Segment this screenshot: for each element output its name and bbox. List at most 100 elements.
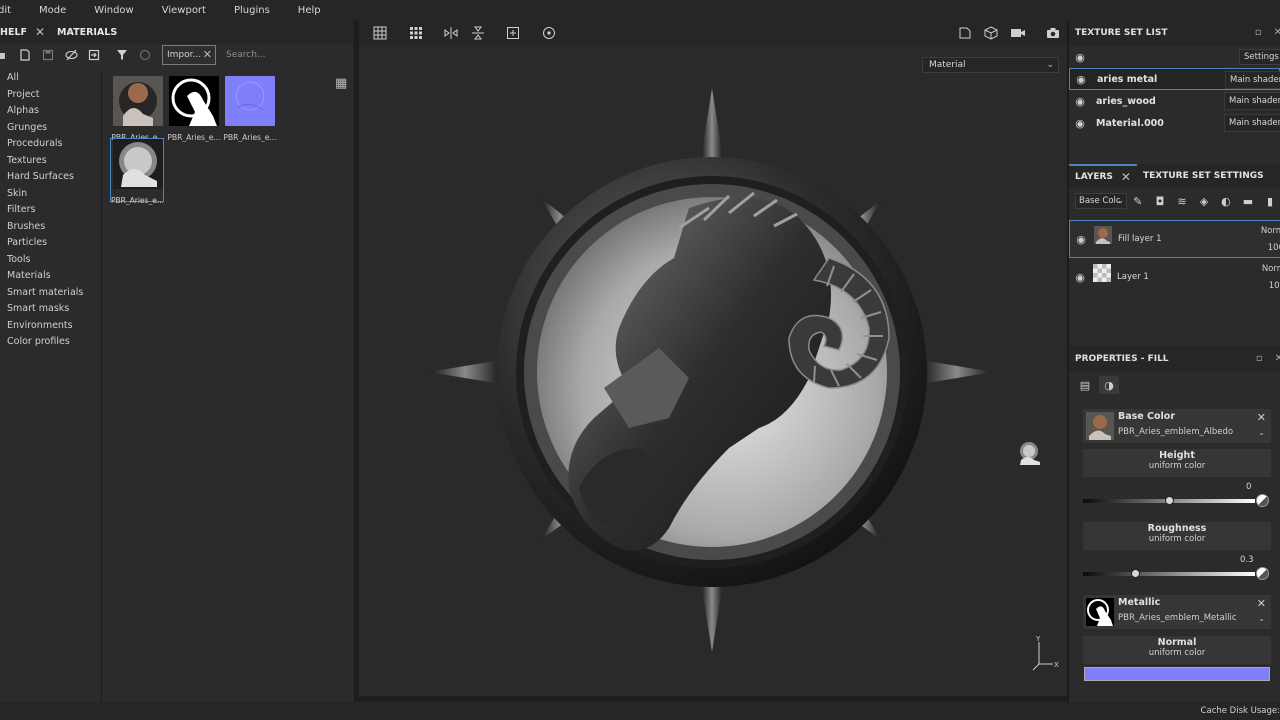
close-icon[interactable]: ✕ (1121, 170, 1131, 184)
visibility-icon[interactable]: ◉ (1069, 51, 1091, 64)
shader-select[interactable]: Main shader (1225, 71, 1280, 89)
category-particles[interactable]: Particles (0, 235, 101, 252)
blend-mode[interactable]: Norm (1261, 226, 1280, 236)
undock-icon[interactable]: ▫ (1256, 353, 1263, 364)
category-environments[interactable]: Environments (0, 318, 101, 335)
tab-layers[interactable]: LAYERS ✕ (1069, 164, 1137, 188)
base-color-channel[interactable]: Base Color PBR_Aries_emblem_Albedo ✕ ⌄ (1083, 409, 1271, 443)
menu-window[interactable]: Window (79, 5, 146, 16)
category-tools[interactable]: Tools (0, 252, 101, 269)
category-smart-materials[interactable]: Smart materials (0, 285, 101, 302)
slider-handle[interactable] (1165, 496, 1174, 505)
eye-icon[interactable]: ◉ (1069, 271, 1091, 284)
color-picker-icon[interactable] (1256, 567, 1269, 580)
viewport-display-select[interactable]: Material ⌄ (922, 57, 1059, 73)
tab-materials[interactable]: MATERIALS (51, 27, 123, 38)
3d-viewport[interactable]: Material ⌄ Y X (359, 20, 1067, 696)
save-icon[interactable] (38, 46, 58, 64)
category-alphas[interactable]: Alphas (0, 103, 101, 120)
eye-icon[interactable]: ◉ (1070, 233, 1092, 246)
eye-icon[interactable]: ◉ (1069, 117, 1091, 130)
menu-plugins[interactable]: Plugins (219, 5, 283, 16)
asset-thumbnail[interactable]: PBR_Aries_e... (167, 76, 221, 142)
hide-icon[interactable] (61, 46, 81, 64)
category-all[interactable]: All (0, 70, 101, 87)
menu-edit[interactable]: dit (0, 5, 24, 16)
close-icon[interactable]: ✕ (1275, 353, 1280, 364)
add-folder-icon[interactable]: ▬ (1237, 195, 1259, 208)
menu-help[interactable]: Help (283, 5, 334, 16)
shader-select[interactable]: Main shader (1224, 92, 1280, 110)
2d-view-icon[interactable] (955, 24, 975, 42)
grid-display-icon[interactable] (370, 24, 390, 42)
eye-icon[interactable]: ◉ (1069, 95, 1091, 108)
refresh-icon[interactable] (135, 46, 155, 64)
layer-opacity[interactable]: 100 (1269, 281, 1280, 291)
tiling-icon[interactable] (406, 24, 426, 42)
category-smart-masks[interactable]: Smart masks (0, 301, 101, 318)
3d-view-icon[interactable] (981, 24, 1001, 42)
delete-icon[interactable]: ▮ (1259, 195, 1280, 208)
asset-thumbnail[interactable]: PBR_Aries_e... (111, 76, 165, 142)
category-hard-surfaces[interactable]: Hard Surfaces (0, 169, 101, 186)
category-project[interactable]: Project (0, 87, 101, 104)
new-resource-icon[interactable] (15, 46, 35, 64)
add-fill-layer-icon[interactable]: ◈ (1193, 195, 1215, 208)
roughness-channel[interactable]: Roughness uniform color (1083, 522, 1271, 550)
panel-icon[interactable]: ▪ (0, 46, 12, 64)
import-icon[interactable] (84, 46, 104, 64)
undock-icon[interactable]: ▫ (1255, 27, 1262, 38)
category-filters[interactable]: Filters (0, 202, 101, 219)
metallic-channel[interactable]: Metallic PBR_Aries_emblem_Metallic ✕ ⌄ (1083, 595, 1271, 629)
filter-icon[interactable] (112, 46, 132, 64)
close-icon[interactable]: ✕ (1257, 411, 1266, 424)
category-procedurals[interactable]: Procedurals (0, 136, 101, 153)
category-brushes[interactable]: Brushes (0, 219, 101, 236)
symmetry-y-icon[interactable] (468, 24, 488, 42)
shader-select[interactable]: Main shader (1224, 114, 1280, 132)
category-materials[interactable]: Materials (0, 268, 101, 285)
menu-viewport[interactable]: Viewport (147, 5, 219, 16)
symmetry-x-icon[interactable] (441, 24, 461, 42)
chevron-down-icon[interactable]: ⌄ (1258, 614, 1265, 623)
grid-view-icon[interactable]: ▦ (335, 77, 347, 90)
close-icon[interactable]: ✕ (35, 25, 45, 39)
chevron-down-icon[interactable]: ⌄ (1258, 428, 1265, 437)
height-slider[interactable] (1083, 494, 1271, 508)
channel-select[interactable]: Base Colc ⌄ (1075, 193, 1127, 209)
close-icon[interactable]: ✕ (203, 48, 212, 61)
layer-opacity[interactable]: 100 (1268, 243, 1280, 253)
height-value[interactable]: 0 (1246, 482, 1251, 492)
search-input[interactable] (220, 45, 350, 65)
category-textures[interactable]: Textures (0, 153, 101, 170)
layer-row[interactable]: ◉ Fill layer 1 Norm 100 (1069, 220, 1280, 258)
screenshot-camera-icon[interactable] (1043, 24, 1063, 42)
reset-view-icon[interactable] (539, 24, 559, 42)
add-layer-icon[interactable]: ≋ (1171, 195, 1193, 208)
texture-set-row[interactable]: ◉ aries metal Main shader (1069, 68, 1280, 90)
texture-set-row[interactable]: ◉ aries_wood Main shader (1069, 90, 1280, 112)
add-mask-effect-icon[interactable]: ◐ (1215, 195, 1237, 208)
add-mask-icon[interactable]: ◘ (1149, 195, 1171, 208)
fill-tab-icon[interactable]: ▤ (1075, 376, 1095, 394)
slider-handle[interactable] (1130, 569, 1140, 578)
height-channel[interactable]: Height uniform color (1083, 449, 1271, 477)
asset-thumbnail-selected[interactable]: PBR_Aries_e... (110, 138, 164, 205)
camera-video-icon[interactable] (1008, 24, 1028, 42)
roughness-value[interactable]: 0.3 (1240, 555, 1254, 565)
blend-mode[interactable]: Norm (1262, 264, 1280, 274)
color-picker-icon[interactable] (1256, 494, 1269, 507)
filter-chip[interactable]: Impor... ✕ (162, 45, 216, 65)
material-tab-icon[interactable]: ◑ (1099, 376, 1119, 394)
eye-icon[interactable]: ◉ (1070, 73, 1092, 86)
settings-button[interactable]: Settings (1239, 49, 1280, 65)
close-icon[interactable]: ✕ (1274, 27, 1280, 38)
normal-channel[interactable]: Normal uniform color (1083, 636, 1271, 664)
tab-texture-set-settings[interactable]: TEXTURE SET SETTINGS (1137, 164, 1270, 188)
normal-color-swatch[interactable] (1084, 667, 1270, 681)
roughness-slider[interactable] (1083, 567, 1271, 581)
category-grunges[interactable]: Grunges (0, 120, 101, 137)
texture-set-row[interactable]: ◉ Material.000 Main shader (1069, 112, 1280, 134)
close-icon[interactable]: ✕ (1257, 597, 1266, 610)
menu-mode[interactable]: Mode (24, 5, 79, 16)
